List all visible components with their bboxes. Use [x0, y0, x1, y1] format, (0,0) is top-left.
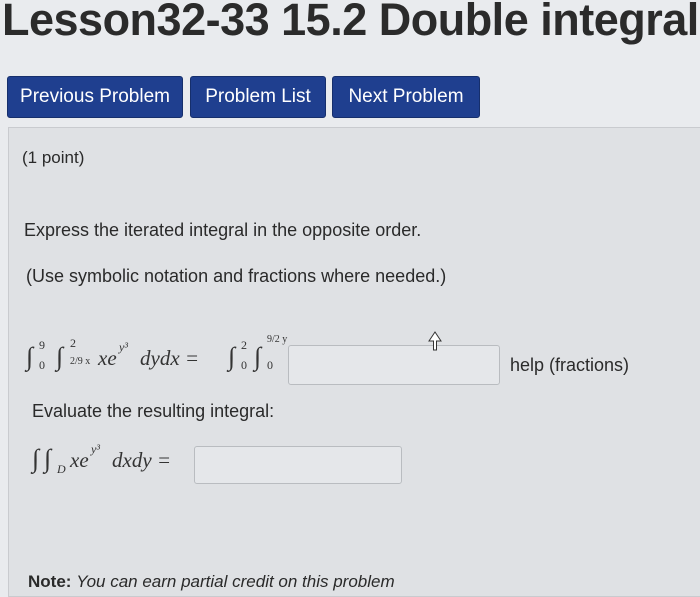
integrand-2: xe: [70, 448, 89, 472]
rhs-integral-sign-inner: ∫: [254, 342, 262, 371]
integral-sign-inner: ∫: [56, 342, 64, 371]
hint-text: (Use symbolic notation and fractions whe…: [26, 266, 447, 286]
differential-text: dydx =: [140, 346, 200, 370]
evaluate-label: Evaluate the resulting integral:: [32, 401, 275, 421]
rhs-integral-sign-outer: ∫: [228, 342, 236, 371]
next-problem-button[interactable]: Next Problem: [332, 76, 480, 118]
rhs-inner-upper-limit: 9/2 y: [267, 334, 288, 345]
mouse-pointer-icon: [428, 331, 444, 356]
integral-sign-2: ∫: [44, 444, 52, 473]
inner-lower-limit: 2/9 x: [70, 356, 91, 367]
instruction-text: Express the iterated integral in the opp…: [24, 220, 422, 240]
answer-input-evaluated-integral[interactable]: [194, 446, 402, 484]
integrand-exponent: y³: [119, 340, 128, 354]
page-title: Lesson32-33 15.2 Double integrals: [2, 0, 700, 45]
previous-problem-button[interactable]: Previous Problem: [7, 76, 183, 118]
note-text: You can earn partial credit on this prob…: [76, 572, 395, 591]
rhs-inner-lower-limit: 0: [267, 358, 273, 372]
problem-list-button[interactable]: Problem List: [190, 76, 326, 118]
outer-lower-limit: 0: [39, 358, 45, 372]
region-label: D: [57, 462, 66, 476]
answer-input-iterated-integral[interactable]: [288, 345, 500, 385]
inner-upper-limit: 2: [70, 336, 76, 350]
points-label: (1 point): [22, 148, 85, 167]
differential-2-text: dxdy =: [112, 448, 172, 472]
rhs-outer-lower-limit: 0: [241, 358, 247, 372]
outer-upper-limit: 9: [39, 338, 45, 352]
integrand: xe: [98, 346, 117, 370]
iterated-integral-equation: ∫ 9 0 ∫ 2 2/9 x xe y³ dydx = ∫ 2 0 ∫ 9/2…: [26, 334, 288, 388]
double-integral-equation: ∫ ∫ D xe y³ dxdy =: [32, 442, 192, 484]
rhs-outer-upper-limit: 2: [241, 338, 247, 352]
note-label: Note:: [28, 572, 72, 591]
integral-sign-1: ∫: [32, 444, 40, 473]
integrand-2-exponent: y³: [91, 442, 100, 456]
help-fractions-link[interactable]: help (fractions): [510, 355, 629, 376]
partial-credit-note: Note: You can earn partial credit on thi…: [28, 572, 395, 592]
integral-sign-outer: ∫: [26, 342, 34, 371]
